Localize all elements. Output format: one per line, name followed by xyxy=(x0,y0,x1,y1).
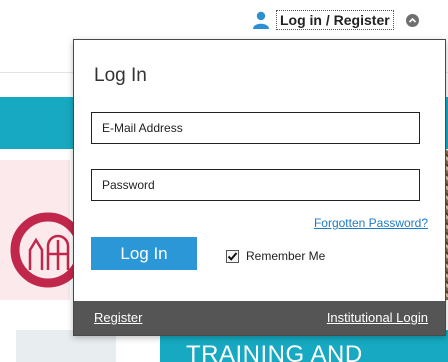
login-popup: Log In Forgotten Password? Log In Rememb… xyxy=(73,39,446,336)
institutional-login-link[interactable]: Institutional Login xyxy=(327,310,428,325)
register-link[interactable]: Register xyxy=(94,310,142,325)
remember-me-label: Remember Me xyxy=(246,249,326,263)
login-register-link[interactable]: Log in / Register xyxy=(276,10,394,30)
remember-me-checkbox[interactable] xyxy=(226,249,239,263)
chevron-down-glyph xyxy=(408,17,416,23)
login-button[interactable]: Log In xyxy=(91,237,197,270)
popup-footer: Register Institutional Login xyxy=(74,301,445,335)
checkmark-icon xyxy=(227,251,238,261)
user-bar: Log in / Register xyxy=(252,8,419,32)
password-field[interactable] xyxy=(91,169,420,201)
chevron-down-icon[interactable] xyxy=(405,13,419,27)
email-field[interactable] xyxy=(91,112,420,144)
remember-me[interactable]: Remember Me xyxy=(226,249,325,263)
popup-title: Log In xyxy=(94,65,147,86)
training-banner-text: TRAINING AND xyxy=(186,341,363,362)
forgot-password-link[interactable]: Forgotten Password? xyxy=(314,216,428,230)
user-icon xyxy=(253,11,269,29)
